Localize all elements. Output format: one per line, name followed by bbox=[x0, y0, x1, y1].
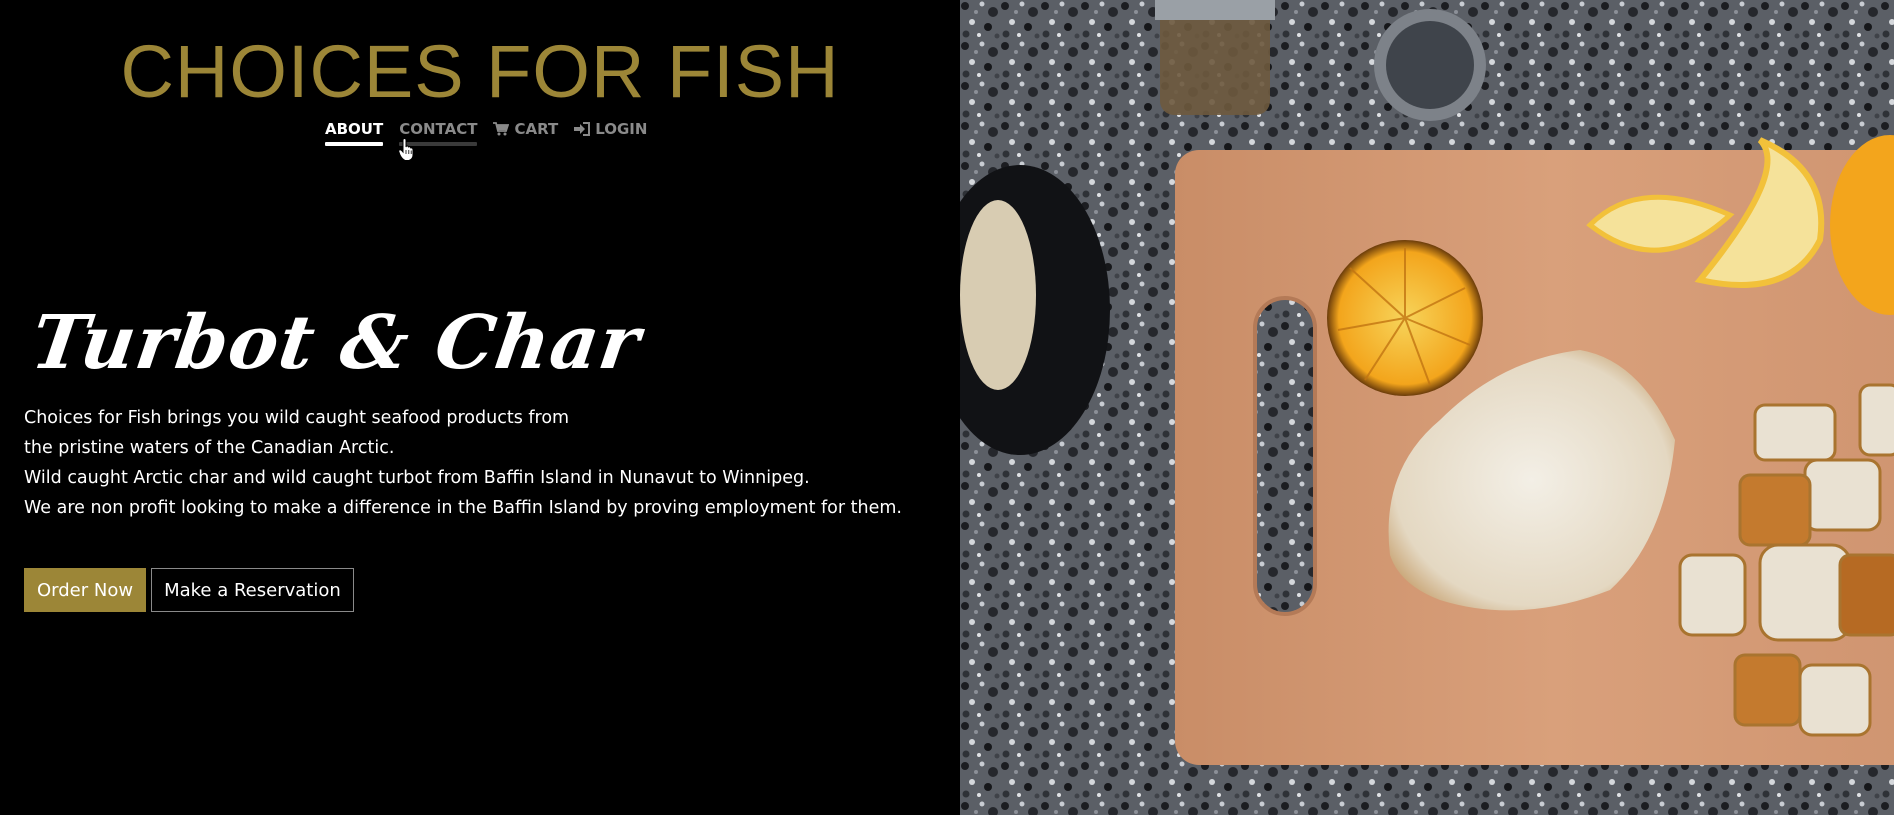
description-line: We are non profit looking to make a diff… bbox=[24, 498, 902, 518]
description-line: the pristine waters of the Canadian Arct… bbox=[24, 438, 395, 458]
hero-food-photo bbox=[960, 0, 1894, 815]
main-nav: ABOUT CONTACT CART LOGIN bbox=[325, 120, 647, 146]
shopping-cart-icon bbox=[493, 122, 510, 136]
description-line: Choices for Fish brings you wild caught … bbox=[24, 408, 570, 428]
nav-item-about-label: ABOUT bbox=[325, 120, 384, 138]
site-title[interactable]: CHOICES FOR FISH bbox=[0, 30, 960, 114]
nav-item-about[interactable]: ABOUT bbox=[325, 120, 384, 146]
nav-item-login-label: LOGIN bbox=[595, 120, 648, 138]
left-panel: CHOICES FOR FISH ABOUT CONTACT CART LOGI… bbox=[0, 0, 960, 815]
make-reservation-button[interactable]: Make a Reservation bbox=[151, 568, 354, 612]
hand-pointer-cursor-icon bbox=[398, 138, 414, 161]
cutting-board-photo-illustration bbox=[960, 0, 1894, 815]
sign-in-icon bbox=[574, 122, 591, 136]
order-now-button[interactable]: Order Now bbox=[24, 568, 147, 612]
hero-description: Choices for Fish brings you wild caught … bbox=[24, 403, 902, 523]
description-line: Wild caught Arctic char and wild caught … bbox=[24, 468, 810, 488]
page: CHOICES FOR FISH ABOUT CONTACT CART LOGI… bbox=[0, 0, 1894, 815]
nav-item-login[interactable]: LOGIN bbox=[574, 120, 647, 146]
nav-item-contact-label: CONTACT bbox=[399, 120, 478, 138]
hero-buttons: Order Now Make a Reservation bbox=[24, 568, 354, 612]
nav-item-cart-label: CART bbox=[514, 120, 559, 138]
hero-title: Turbot & Char bbox=[26, 300, 646, 386]
nav-item-cart[interactable]: CART bbox=[493, 120, 558, 146]
